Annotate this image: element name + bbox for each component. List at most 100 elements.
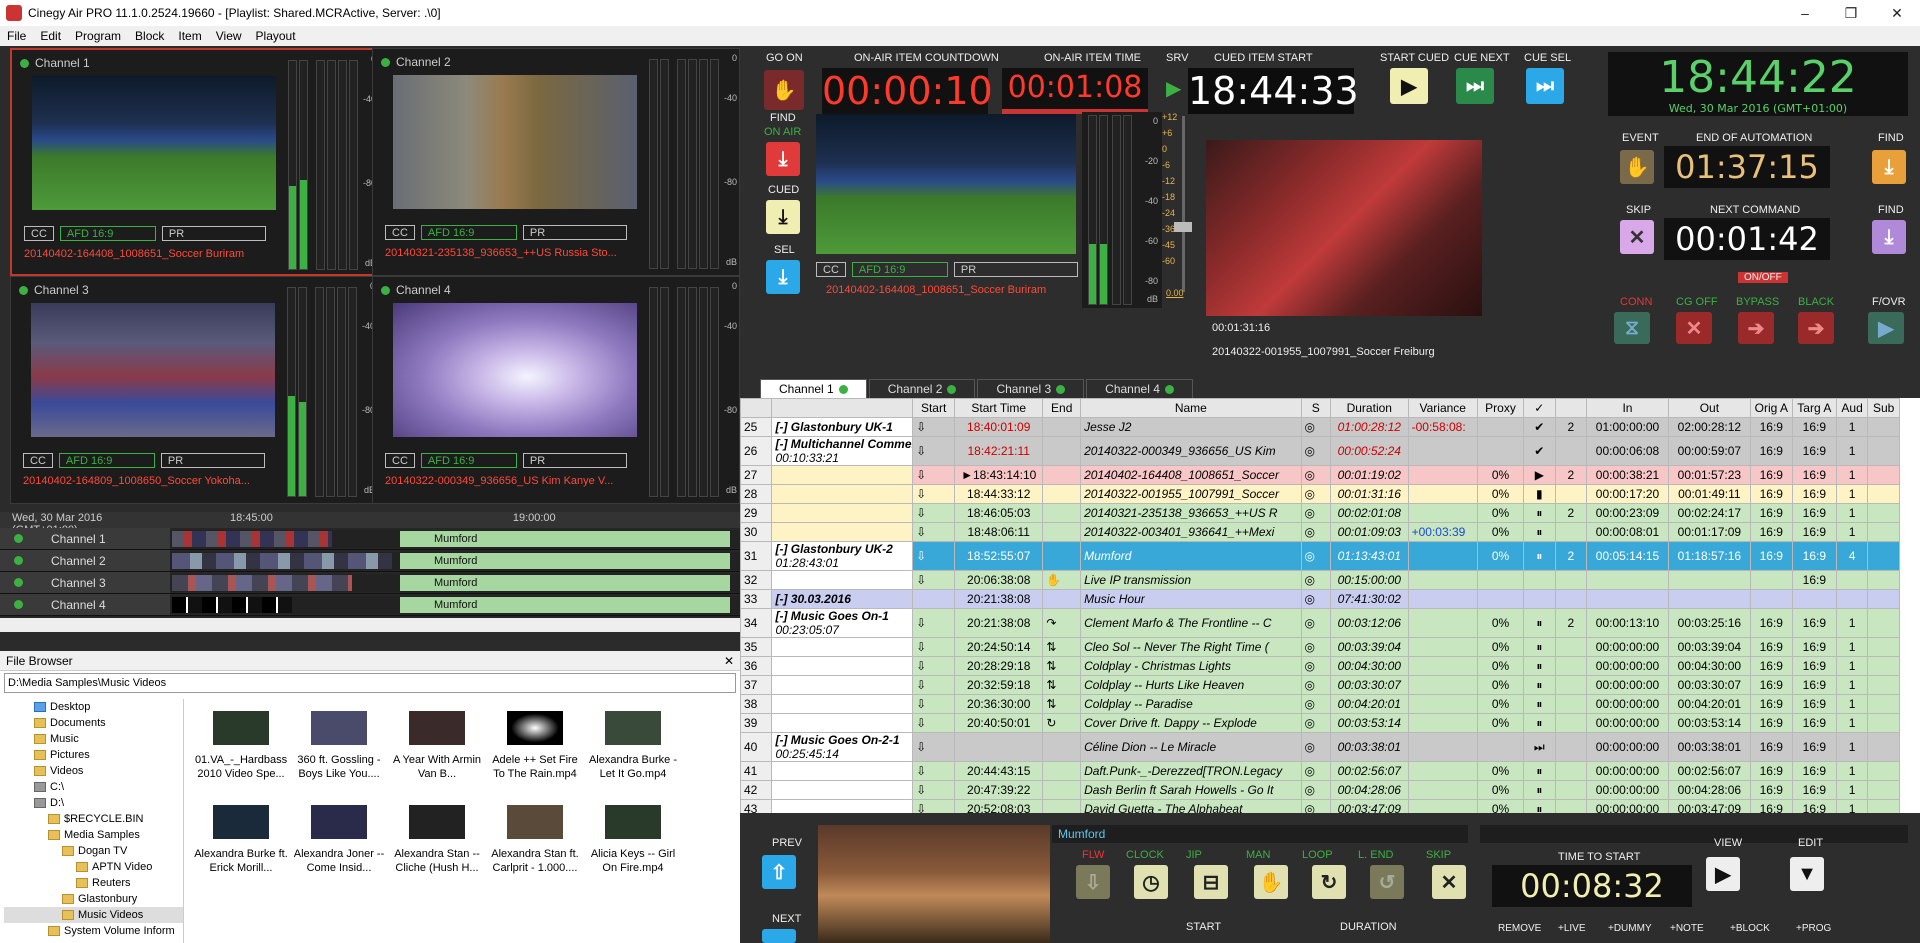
bypass-button[interactable]: ➔ [1738,312,1774,344]
timeline-clip[interactable]: Mumford [400,574,730,591]
channel-1-monitor[interactable]: Channel 1 0 -40 -80 dB CC AFD 16:9 PR 2014… [10,48,378,276]
menu-block[interactable]: Block [128,29,171,43]
file-item[interactable]: Alexandra Stan -- Cliche (Hush H... [388,805,486,875]
maximize-button[interactable]: ❐ [1828,5,1874,22]
minimize-button[interactable]: – [1782,5,1828,22]
playlist-row[interactable]: 37 ⇩ 20:32:59:18 ⇅ Coldplay -- Hurts Like He… [740,675,1900,695]
column-header[interactable]: Variance [1407,398,1478,418]
next-button[interactable] [762,929,796,943]
find-cued-button[interactable]: ⤓ [766,200,800,234]
tree-item[interactable]: Glastonbury [4,891,183,907]
folder-tree[interactable]: Desktop Documents Music Pictures Videos … [4,699,184,943]
cg-off-button[interactable]: ✕ [1676,312,1712,344]
timeline-clip[interactable]: Mumford [400,530,730,547]
column-header[interactable]: Aud [1835,398,1869,418]
tab-channel-1[interactable]: Channel 1 [760,379,867,398]
find-next-button[interactable]: ⤓ [1872,220,1906,254]
skip-icon[interactable]: ✕ [1432,865,1466,899]
black-button[interactable]: ➔ [1798,312,1834,344]
column-header[interactable]: S [1300,398,1331,418]
timeline-scrollbar[interactable] [0,618,740,632]
file-item[interactable]: Alicia Keys -- Girl On Fire.mp4 [584,805,682,875]
find-end-button[interactable]: ⤓ [1872,150,1906,184]
timeline[interactable]: Wed, 30 Mar 2016 (GMT+01:00) 18:45:00 19:0… [0,512,740,632]
playlist-row[interactable]: 33 [-] 30.03.2016 20:21:38:08 Music Hour ◎ 07… [740,589,1900,609]
find-sel-button[interactable]: ⤓ [766,260,800,294]
playlist-row[interactable]: 28 ⇩ 18:44:33:12 20140322-001955_1007991_So… [740,484,1900,504]
onoff-toggle[interactable]: ON/OFF [1738,272,1788,283]
playlist-row[interactable]: 40 [-] Music Goes On-2-1 00:25:45:14 ⇩ Célin… [740,732,1900,762]
playlist-row[interactable]: 27 ⇩ ►18:43:14:10 20140402-164408_1008651_S… [740,465,1900,485]
tree-item[interactable]: APTN Video [4,859,183,875]
tab-channel-2[interactable]: Channel 2 [868,379,976,398]
channel-4-monitor[interactable]: Channel 4 0 -40 -80 dB CC AFD 16:9 PR 2014032… [372,276,740,504]
go-on-hand-icon[interactable]: ✋ [764,70,804,110]
file-item[interactable]: 360 ft. Gossling - Boys Like You.... [290,711,388,781]
tree-item[interactable]: Pictures [4,747,183,763]
tree-item[interactable]: $RECYCLE.BIN [4,811,183,827]
add-program-button[interactable]: +PROG [1796,923,1831,934]
playlist-row[interactable]: 42 ⇩ 20:47:39:22 Dash Berlin ft Sarah Howel… [740,780,1900,800]
playlist-row[interactable]: 26[-] Multichannel Commercials Break00:1… [740,436,1900,466]
cue-next-button[interactable]: ⏭ [1456,68,1494,104]
close-icon[interactable]: ✕ [724,651,740,670]
manual-hand-icon[interactable]: ✋ [1254,865,1288,899]
jip-icon[interactable]: ⊟ [1194,865,1228,899]
timeline-clip[interactable]: Mumford [400,596,730,613]
timeline-clip[interactable]: Mumford [400,552,730,569]
add-live-button[interactable]: +LIVE [1558,923,1586,934]
conn-button[interactable]: ⧖ [1614,312,1650,344]
skip-button[interactable]: ✕ [1620,220,1654,254]
playlist-row[interactable]: 31 [-] Glastonbury UK-2 01:28:43:01 ⇩ 18:52:… [740,541,1900,571]
column-header[interactable]: Start [912,398,956,418]
flw-icon[interactable]: ⇩ [1076,865,1110,899]
playlist-grid[interactable]: Start Start Time End Name S Duration Variance P… [740,398,1920,813]
playlist-row[interactable]: 43 ⇩ 20:52:08:03 David Guetta - The Alphabe… [740,799,1900,813]
file-item[interactable]: Alexandra Burke ft. Erick Morill... [192,805,290,875]
column-header[interactable]: Targ A [1791,398,1837,418]
add-block-button[interactable]: +BLOCK [1730,923,1770,934]
file-item[interactable]: Alexandra Burke - Let It Go.mp4 [584,711,682,781]
tree-item[interactable]: D:\ [4,795,183,811]
tree-item[interactable]: Music [4,731,183,747]
menu-playout[interactable]: Playout [249,29,303,43]
menu-item[interactable]: Item [171,29,208,43]
column-header[interactable] [771,398,914,418]
timeline-row[interactable]: Channel 4 Mumford [0,594,740,616]
tree-item[interactable]: Videos [4,763,183,779]
remove-button[interactable]: REMOVE [1498,923,1541,934]
edit-button[interactable]: ▼ [1790,857,1824,891]
column-header[interactable]: Out [1667,398,1751,418]
path-field[interactable]: D:\Media Samples\Music Videos [4,673,736,693]
file-item[interactable]: 01.VA_-_Hardbass 2010 Video Spe... [192,711,290,781]
playlist-row[interactable]: 32 ⇩ 20:06:38:08 ✋ Live IP transmission ◎ 00:1… [740,570,1900,590]
tree-item[interactable]: Desktop [4,699,183,715]
tree-item[interactable]: Music Videos [4,907,183,923]
column-header[interactable]: Orig A [1749,398,1793,418]
playlist-row[interactable]: 29 ⇩ 18:46:05:03 20140321-235138_936653_++U… [740,503,1900,523]
file-item[interactable]: Alexandra Joner -- Come Insid... [290,805,388,875]
tree-item[interactable]: Dogan TV [4,843,183,859]
menu-program[interactable]: Program [68,29,128,43]
column-header[interactable] [1554,398,1588,418]
loop-icon[interactable]: ↻ [1312,865,1346,899]
playlist-row[interactable]: 36 ⇩ 20:28:29:18 ⇅ Coldplay - Christmas Ligh… [740,656,1900,676]
channel-3-monitor[interactable]: Channel 3 0-40-80dB CCAFD 16:9PR 2014040… [10,276,378,504]
column-header[interactable]: ✓ [1523,398,1556,418]
timeline-row[interactable]: Channel 2 Mumford [0,550,740,572]
menu-view[interactable]: View [209,29,249,43]
find-on-air-button[interactable]: ⤓ [766,142,800,176]
column-header[interactable]: In [1586,398,1669,418]
file-item[interactable]: A Year With Armin Van B... [388,711,486,781]
timeline-row[interactable]: Channel 1 Mumford [0,528,740,550]
menu-edit[interactable]: Edit [33,29,68,43]
playlist-row[interactable]: 39 ⇩ 20:40:50:01 ↻ Cover Drive ft. Dappy -- … [740,713,1900,733]
clock-icon[interactable]: ◷ [1134,865,1168,899]
timeline-row[interactable]: Channel 3 Mumford [0,572,740,594]
file-item[interactable]: Alexandra Stan ft. Carlprit - 1.000.... [486,805,584,875]
playlist-row[interactable]: 41 ⇩ 20:44:43:15 Daft.Punk-_-Derezzed[TRON.… [740,761,1900,781]
playlist-row[interactable]: 30 ⇩ 18:48:06:11 20140322-003401_936641_++M… [740,522,1900,542]
column-header[interactable]: Duration [1329,398,1409,418]
tree-item[interactable]: Documents [4,715,183,731]
column-header[interactable] [740,398,773,418]
